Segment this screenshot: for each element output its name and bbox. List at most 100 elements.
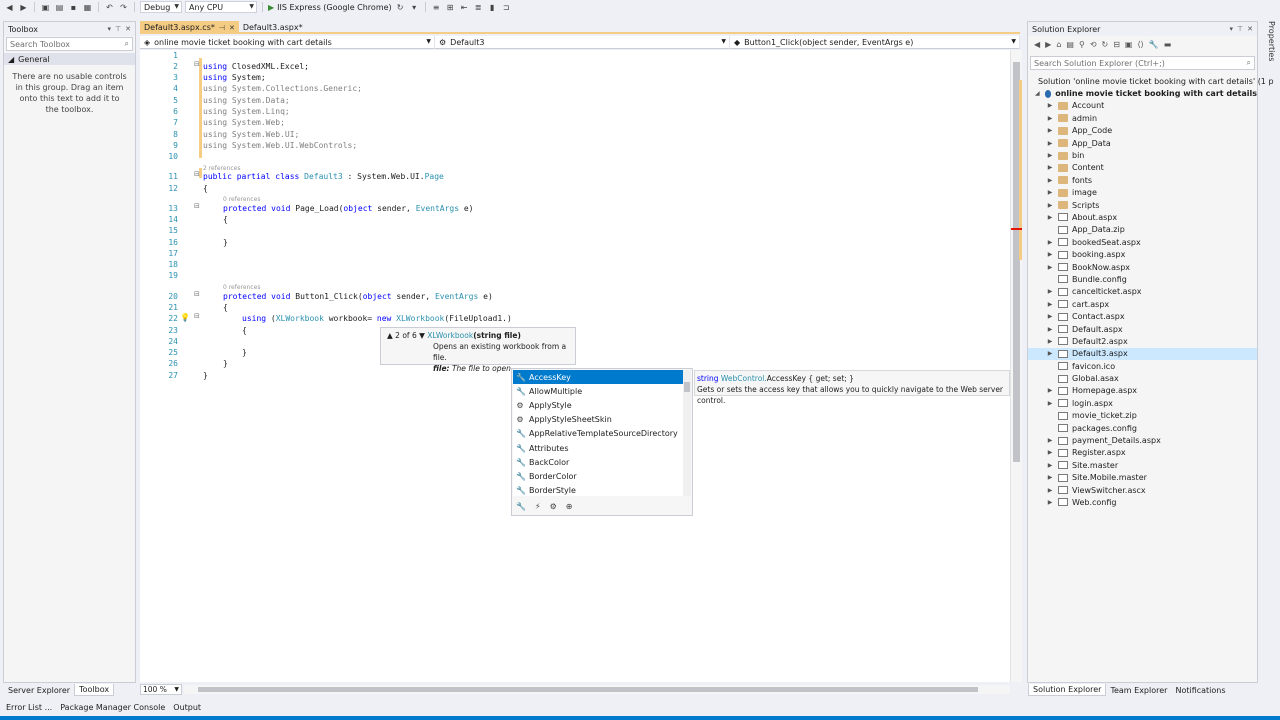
- collapse-region-icon[interactable]: ⊟: [194, 202, 200, 210]
- undo-icon[interactable]: ↶: [104, 2, 115, 12]
- tree-item[interactable]: ▶ Site.master: [1028, 459, 1257, 471]
- indent-icon[interactable]: ⇤: [459, 2, 470, 12]
- tree-item[interactable]: ▶ bin: [1028, 149, 1257, 161]
- tree-item[interactable]: ▶ Site.Mobile.master: [1028, 472, 1257, 484]
- completion-item[interactable]: 🔧 BorderColor: [513, 469, 683, 483]
- completion-item[interactable]: 🔧 BackColor: [513, 455, 683, 469]
- tree-item[interactable]: ▶ App_Data: [1028, 137, 1257, 149]
- collapsed-arrow-icon[interactable]: ▶: [1046, 462, 1054, 469]
- tree-item[interactable]: ▶ Default.aspx: [1028, 323, 1257, 335]
- collapse-all-icon[interactable]: ⊟: [1113, 40, 1120, 49]
- collapse-region-icon[interactable]: ⊟: [194, 60, 200, 68]
- editor-horizontal-scrollbar[interactable]: [184, 685, 1010, 694]
- refresh-icon[interactable]: ↻: [1102, 40, 1109, 49]
- code-editor[interactable]: 1 2 3 4 5 6 7 8 9 10 11 12 13 14 15 16 1…: [140, 50, 1010, 682]
- tab-package-manager-console[interactable]: Package Manager Console: [56, 701, 169, 713]
- tree-item[interactable]: ▶ ViewSwitcher.ascx: [1028, 484, 1257, 496]
- collapsed-arrow-icon[interactable]: ▶: [1046, 487, 1054, 494]
- outdent-icon[interactable]: ≣: [473, 2, 484, 12]
- pending-changes-icon[interactable]: ⚲: [1079, 40, 1085, 49]
- collapsed-arrow-icon[interactable]: ▶: [1046, 301, 1054, 308]
- back-icon[interactable]: ◀: [1034, 40, 1040, 49]
- completion-item[interactable]: 🔧 BorderStyle: [513, 484, 683, 498]
- scrollbar-thumb[interactable]: [684, 382, 690, 392]
- tree-item[interactable]: ▶ bookedSeat.aspx: [1028, 236, 1257, 248]
- solution-explorer-search-input[interactable]: Search Solution Explorer (Ctrl+;) ⌕: [1030, 56, 1255, 70]
- completion-item[interactable]: 🔧 AccessKey: [513, 370, 683, 385]
- dropdown-icon[interactable]: ▾: [1230, 25, 1234, 33]
- methods-filter-icon[interactable]: ⚙: [550, 502, 557, 511]
- tab-output[interactable]: Output: [169, 701, 205, 713]
- collapse-region-icon[interactable]: ⊟: [194, 312, 200, 320]
- tree-item[interactable]: ▶ cart.aspx: [1028, 298, 1257, 310]
- collapsed-arrow-icon[interactable]: ▶: [1046, 449, 1054, 456]
- collapsed-arrow-icon[interactable]: ▶: [1046, 102, 1054, 109]
- completion-item[interactable]: ⚙ ApplyStyle: [513, 398, 683, 412]
- tree-item[interactable]: ▶ BookNow.aspx: [1028, 261, 1257, 273]
- properties-filter-icon[interactable]: 🔧: [516, 502, 526, 511]
- tree-item[interactable]: App_Data.zip: [1028, 224, 1257, 236]
- completion-scrollbar[interactable]: [683, 370, 691, 496]
- refresh-icon[interactable]: ↻: [395, 2, 406, 12]
- tab-default3-aspx[interactable]: Default3.aspx*: [239, 21, 307, 34]
- pin-icon[interactable]: ⊤: [115, 25, 121, 33]
- tab-toolbox[interactable]: Toolbox: [74, 684, 115, 696]
- project-dropdown[interactable]: ◈ online movie ticket booking with cart …: [140, 36, 435, 49]
- pin-icon[interactable]: ⊣: [219, 24, 225, 32]
- collapsed-arrow-icon[interactable]: ▶: [1046, 152, 1054, 159]
- collapsed-arrow-icon[interactable]: ▶: [1046, 338, 1054, 345]
- bookmark-next-icon[interactable]: ⊐: [501, 2, 512, 12]
- tree-item-project[interactable]: ◢ online movie ticket booking with cart …: [1028, 87, 1257, 99]
- tree-item[interactable]: ▶ App_Code: [1028, 125, 1257, 137]
- tree-item[interactable]: ▶ Scripts: [1028, 199, 1257, 211]
- collapsed-arrow-icon[interactable]: ▶: [1046, 115, 1054, 122]
- tree-item[interactable]: ▶ Contact.aspx: [1028, 310, 1257, 322]
- switch-views-icon[interactable]: ▤: [1066, 40, 1074, 49]
- extension-methods-filter-icon[interactable]: ⊕: [566, 502, 573, 511]
- tree-item[interactable]: ▶ Web.config: [1028, 496, 1257, 508]
- codelens-references[interactable]: 0 references: [223, 196, 261, 203]
- tree-item[interactable]: movie_ticket.zip: [1028, 410, 1257, 422]
- tree-item[interactable]: packages.config: [1028, 422, 1257, 434]
- close-icon[interactable]: ✕: [1247, 25, 1253, 33]
- collapse-region-icon[interactable]: ⊟: [194, 290, 200, 298]
- browser-link-icon[interactable]: ▾: [409, 2, 420, 12]
- completion-item[interactable]: 🔧 AppRelativeTemplateSourceDirectory: [513, 427, 683, 441]
- tree-item[interactable]: ▶ Default2.aspx: [1028, 335, 1257, 347]
- tree-item[interactable]: ▶ admin: [1028, 112, 1257, 124]
- preview-icon[interactable]: ▬: [1164, 40, 1172, 49]
- scrollbar-thumb[interactable]: [198, 687, 978, 692]
- collapsed-arrow-icon[interactable]: ▶: [1046, 499, 1054, 506]
- forward-icon[interactable]: ▶: [1045, 40, 1051, 49]
- tree-item[interactable]: ▶ About.aspx: [1028, 211, 1257, 223]
- collapsed-arrow-icon[interactable]: ▶: [1046, 387, 1054, 394]
- save-icon[interactable]: ▪: [68, 2, 79, 12]
- open-file-icon[interactable]: ▤: [54, 2, 65, 12]
- tab-team-explorer[interactable]: Team Explorer: [1106, 684, 1171, 696]
- collapsed-arrow-icon[interactable]: ▶: [1046, 202, 1054, 209]
- close-icon[interactable]: ✕: [229, 24, 235, 32]
- tree-item[interactable]: ▶ fonts: [1028, 174, 1257, 186]
- toolbox-group-general[interactable]: ◢ General: [4, 53, 135, 65]
- collapsed-arrow-icon[interactable]: ▶: [1046, 140, 1054, 147]
- tree-item-solution[interactable]: Solution 'online movie ticket booking wi…: [1028, 75, 1274, 87]
- format-icon[interactable]: ⊞: [445, 2, 456, 12]
- properties-side-tab[interactable]: Properties: [1262, 21, 1276, 61]
- dropdown-icon[interactable]: ▾: [108, 25, 112, 33]
- codelens-references[interactable]: 0 references: [223, 284, 261, 291]
- tree-item[interactable]: Global.asax: [1028, 372, 1257, 384]
- toolbox-search-input[interactable]: Search Toolbox ⌕: [6, 37, 133, 51]
- tree-item[interactable]: ▶ Register.aspx: [1028, 447, 1257, 459]
- search-icon[interactable]: ⌕: [1247, 58, 1251, 68]
- tree-item[interactable]: favicon.ico: [1028, 360, 1257, 372]
- collapsed-arrow-icon[interactable]: ▶: [1046, 326, 1054, 333]
- events-filter-icon[interactable]: ⚡: [535, 502, 541, 511]
- tree-item[interactable]: ▶ Account: [1028, 100, 1257, 112]
- tree-item[interactable]: Bundle.config: [1028, 273, 1257, 285]
- completion-item[interactable]: ⚙ ApplyStyleSheetSkin: [513, 413, 683, 427]
- class-dropdown[interactable]: ⚙ Default3 ▼: [435, 36, 730, 49]
- collapsed-arrow-icon[interactable]: ▶: [1046, 239, 1054, 246]
- tab-error-list[interactable]: Error List ...: [2, 701, 56, 713]
- overload-down-icon[interactable]: ▼: [419, 331, 425, 340]
- collapsed-arrow-icon[interactable]: ▶: [1046, 400, 1054, 407]
